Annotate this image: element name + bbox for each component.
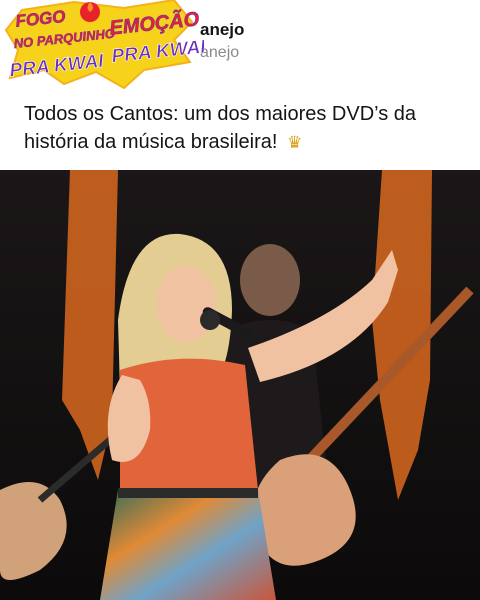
caption-text: Todos os Cantos: um dos maiores DVD’s da… [24,103,417,153]
post-header: anejo anejo FOGO NO PARQUINHO PRA KWAI E… [0,0,480,90]
crown-icon: ♛ [287,133,303,152]
post-caption: Todos os Cantos: um dos maiores DVD’s da… [24,100,464,157]
author-name[interactable]: anejo [200,20,244,40]
post-photo[interactable] [0,170,480,600]
kwai-sticker: FOGO NO PARQUINHO PRA KWAI EMOÇÃO PRA KW… [4,0,204,90]
author-handle: anejo [200,44,240,61]
performer-skirt [100,490,276,600]
